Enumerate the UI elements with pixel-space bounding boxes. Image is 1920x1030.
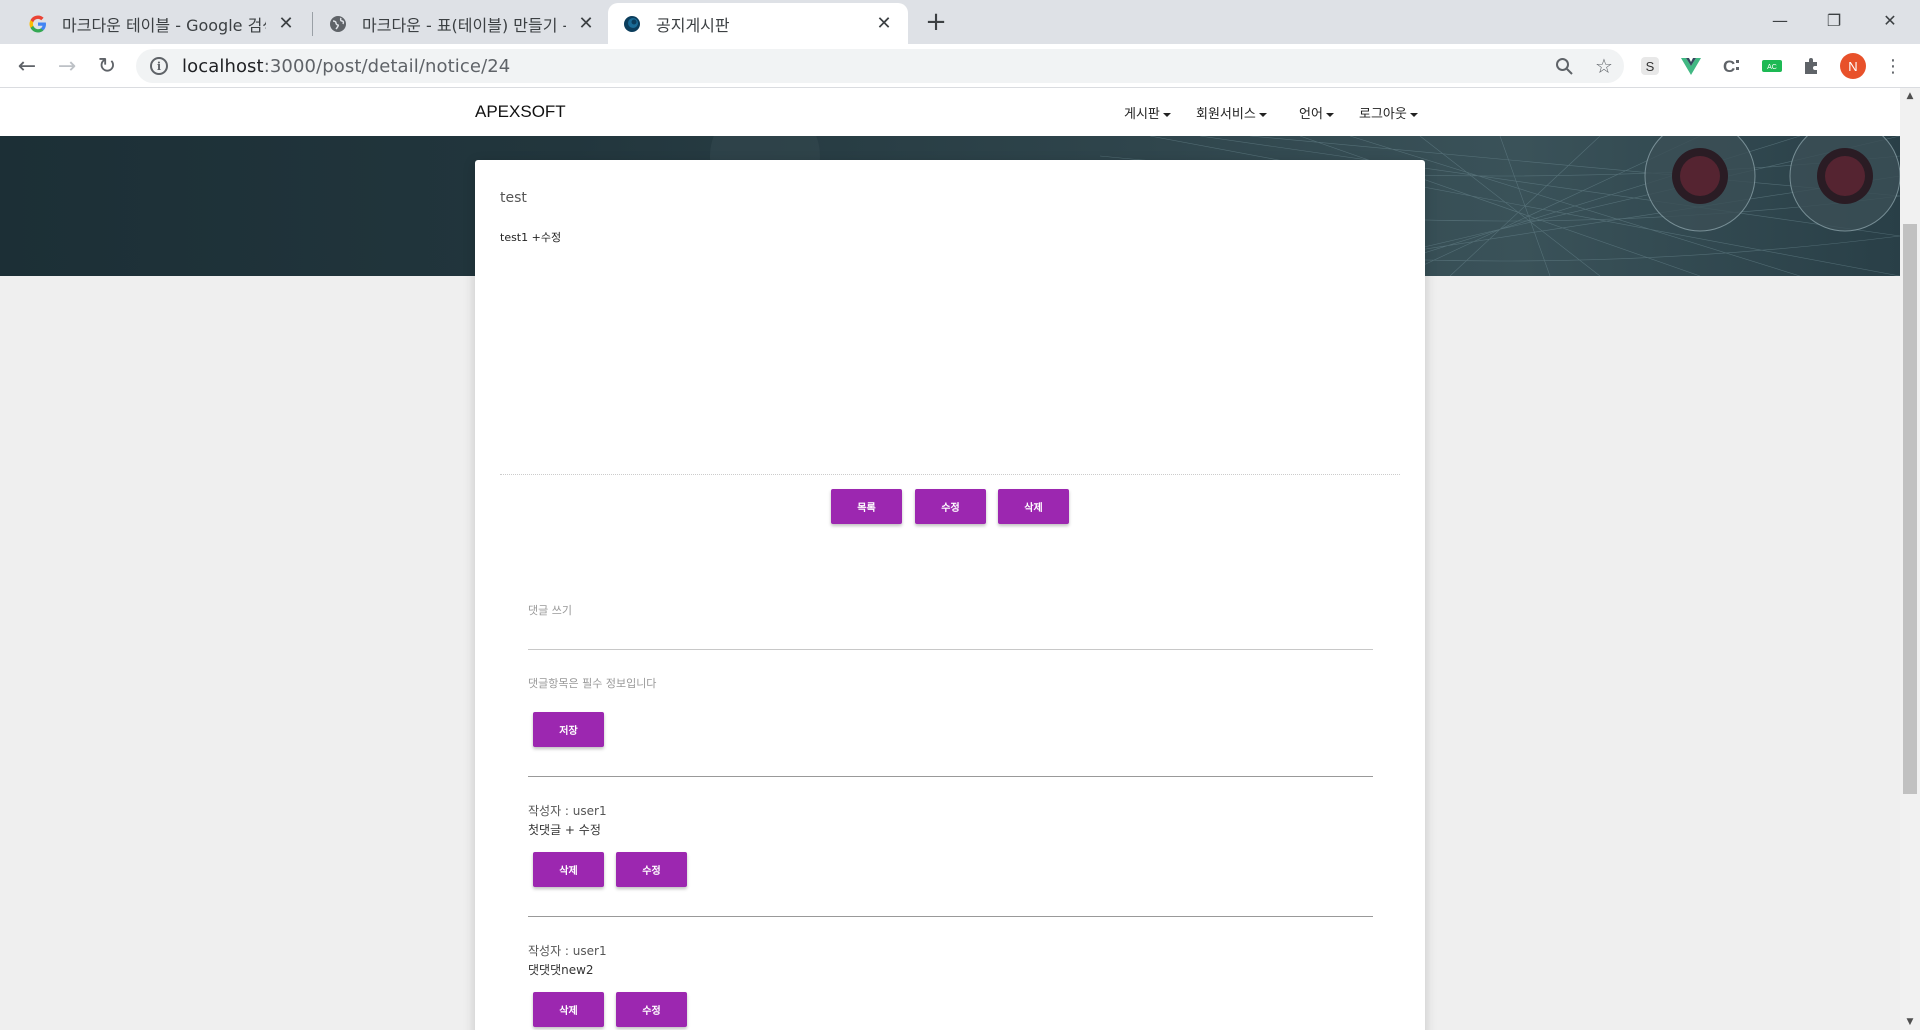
window-close-icon[interactable]: ✕: [1862, 0, 1918, 40]
forward-icon[interactable]: →: [52, 51, 82, 81]
edit-post-button[interactable]: 수정: [915, 489, 986, 524]
tab-title: 공지게시판: [656, 15, 730, 35]
profile-avatar[interactable]: N: [1840, 53, 1866, 79]
comment-author: 작성자 : user1: [528, 804, 607, 818]
scrollbar-thumb[interactable]: [1903, 224, 1917, 794]
page-viewport: APEXSOFT 게시판 회원서비스 언어 로그아웃 test test1 +수…: [0, 88, 1920, 1030]
s-extension-icon[interactable]: S: [1637, 53, 1663, 79]
zoom-icon[interactable]: [1550, 52, 1578, 80]
comment-text: 댓댓댓new2: [528, 963, 594, 977]
tab-title: 마크다운 - 표(테이블) 만들기 -: [362, 15, 566, 35]
menu-member-service[interactable]: 회원서비스: [1196, 103, 1267, 122]
edit-comment-button[interactable]: 수정: [616, 852, 687, 887]
tab-markdown-table[interactable]: 마크다운 - 표(테이블) 만들기 - ✕: [314, 3, 610, 44]
tab-google-search[interactable]: 마크다운 테이블 - Google 검색 ✕: [14, 3, 310, 44]
comment-input-label: 댓글 쓰기: [528, 604, 572, 617]
tab-title: 마크다운 테이블 - Google 검색: [62, 15, 266, 35]
puzzle-icon[interactable]: [1799, 53, 1825, 79]
delete-comment-button[interactable]: 삭제: [533, 992, 604, 1027]
restore-icon[interactable]: ❐: [1806, 0, 1862, 40]
close-icon[interactable]: ✕: [576, 13, 596, 34]
vertical-scrollbar[interactable]: ▲ ▼: [1900, 88, 1920, 1030]
back-icon[interactable]: ←: [12, 51, 42, 81]
ac-extension-icon[interactable]: AC: [1759, 53, 1785, 79]
delete-comment-button[interactable]: 삭제: [533, 852, 604, 887]
tab-separator: [312, 12, 313, 36]
profile-initial: N: [1848, 58, 1858, 74]
tab-notice-board[interactable]: 공지게시판 ✕: [608, 3, 908, 44]
menu-logout[interactable]: 로그아웃: [1359, 103, 1418, 122]
globe-icon: [328, 14, 348, 34]
delete-post-button[interactable]: 삭제: [998, 489, 1069, 524]
c-extension-icon[interactable]: C: [1718, 53, 1744, 79]
post-divider: [500, 474, 1400, 475]
google-icon: [28, 14, 48, 34]
comment-input[interactable]: [528, 620, 1373, 650]
scroll-down-icon[interactable]: ▼: [1900, 1014, 1920, 1030]
svg-text:AC: AC: [1767, 64, 1777, 71]
comment-text: 첫댓글 + 수정: [528, 823, 601, 837]
minimize-icon[interactable]: —: [1752, 0, 1808, 40]
close-icon[interactable]: ✕: [874, 13, 894, 34]
caret-down-icon: [1409, 112, 1418, 117]
caret-down-icon: [1258, 112, 1267, 117]
menu-language[interactable]: 언어: [1299, 103, 1334, 122]
bookmark-star-icon[interactable]: ☆: [1590, 52, 1618, 80]
info-icon[interactable]: i: [150, 57, 168, 75]
scroll-up-icon[interactable]: ▲: [1900, 88, 1920, 104]
site-navbar: APEXSOFT 게시판 회원서비스 언어 로그아웃: [0, 88, 1900, 136]
tab-strip: 마크다운 테이블 - Google 검색 ✕ 마크다운 - 표(테이블) 만들기…: [0, 0, 1920, 44]
menu-dots-icon[interactable]: ⋮: [1880, 53, 1906, 79]
comment-author: 작성자 : user1: [528, 944, 607, 958]
edit-comment-button[interactable]: 수정: [616, 992, 687, 1027]
post-card: test test1 +수정 목록 수정 삭제 댓글 쓰기 댓글항목은 필수 정…: [475, 160, 1425, 1030]
comment-separator: [528, 776, 1373, 777]
svg-text:C: C: [1723, 57, 1735, 76]
site-brand[interactable]: APEXSOFT: [475, 102, 566, 122]
address-bar[interactable]: i localhost:3000/post/detail/notice/24 ☆: [136, 49, 1624, 83]
browser-toolbar: ← → ↻ i localhost:3000/post/detail/notic…: [0, 44, 1920, 88]
caret-down-icon: [1325, 112, 1334, 117]
vue-devtools-icon[interactable]: [1678, 53, 1704, 79]
comment-help-text: 댓글항목은 필수 정보입니다: [528, 677, 657, 690]
close-icon[interactable]: ✕: [276, 13, 296, 34]
site-icon: [622, 14, 642, 34]
url-text: localhost:3000/post/detail/notice/24: [182, 55, 511, 77]
list-button[interactable]: 목록: [831, 489, 902, 524]
new-tab-button[interactable]: +: [921, 7, 951, 37]
save-comment-button[interactable]: 저장: [533, 712, 604, 747]
post-title: test: [500, 190, 527, 206]
menu-board[interactable]: 게시판: [1124, 103, 1171, 122]
svg-text:S: S: [1646, 59, 1655, 74]
reload-icon[interactable]: ↻: [92, 51, 122, 81]
caret-down-icon: [1162, 112, 1171, 117]
comment-separator: [528, 916, 1373, 917]
post-body: test1 +수정: [500, 231, 562, 244]
